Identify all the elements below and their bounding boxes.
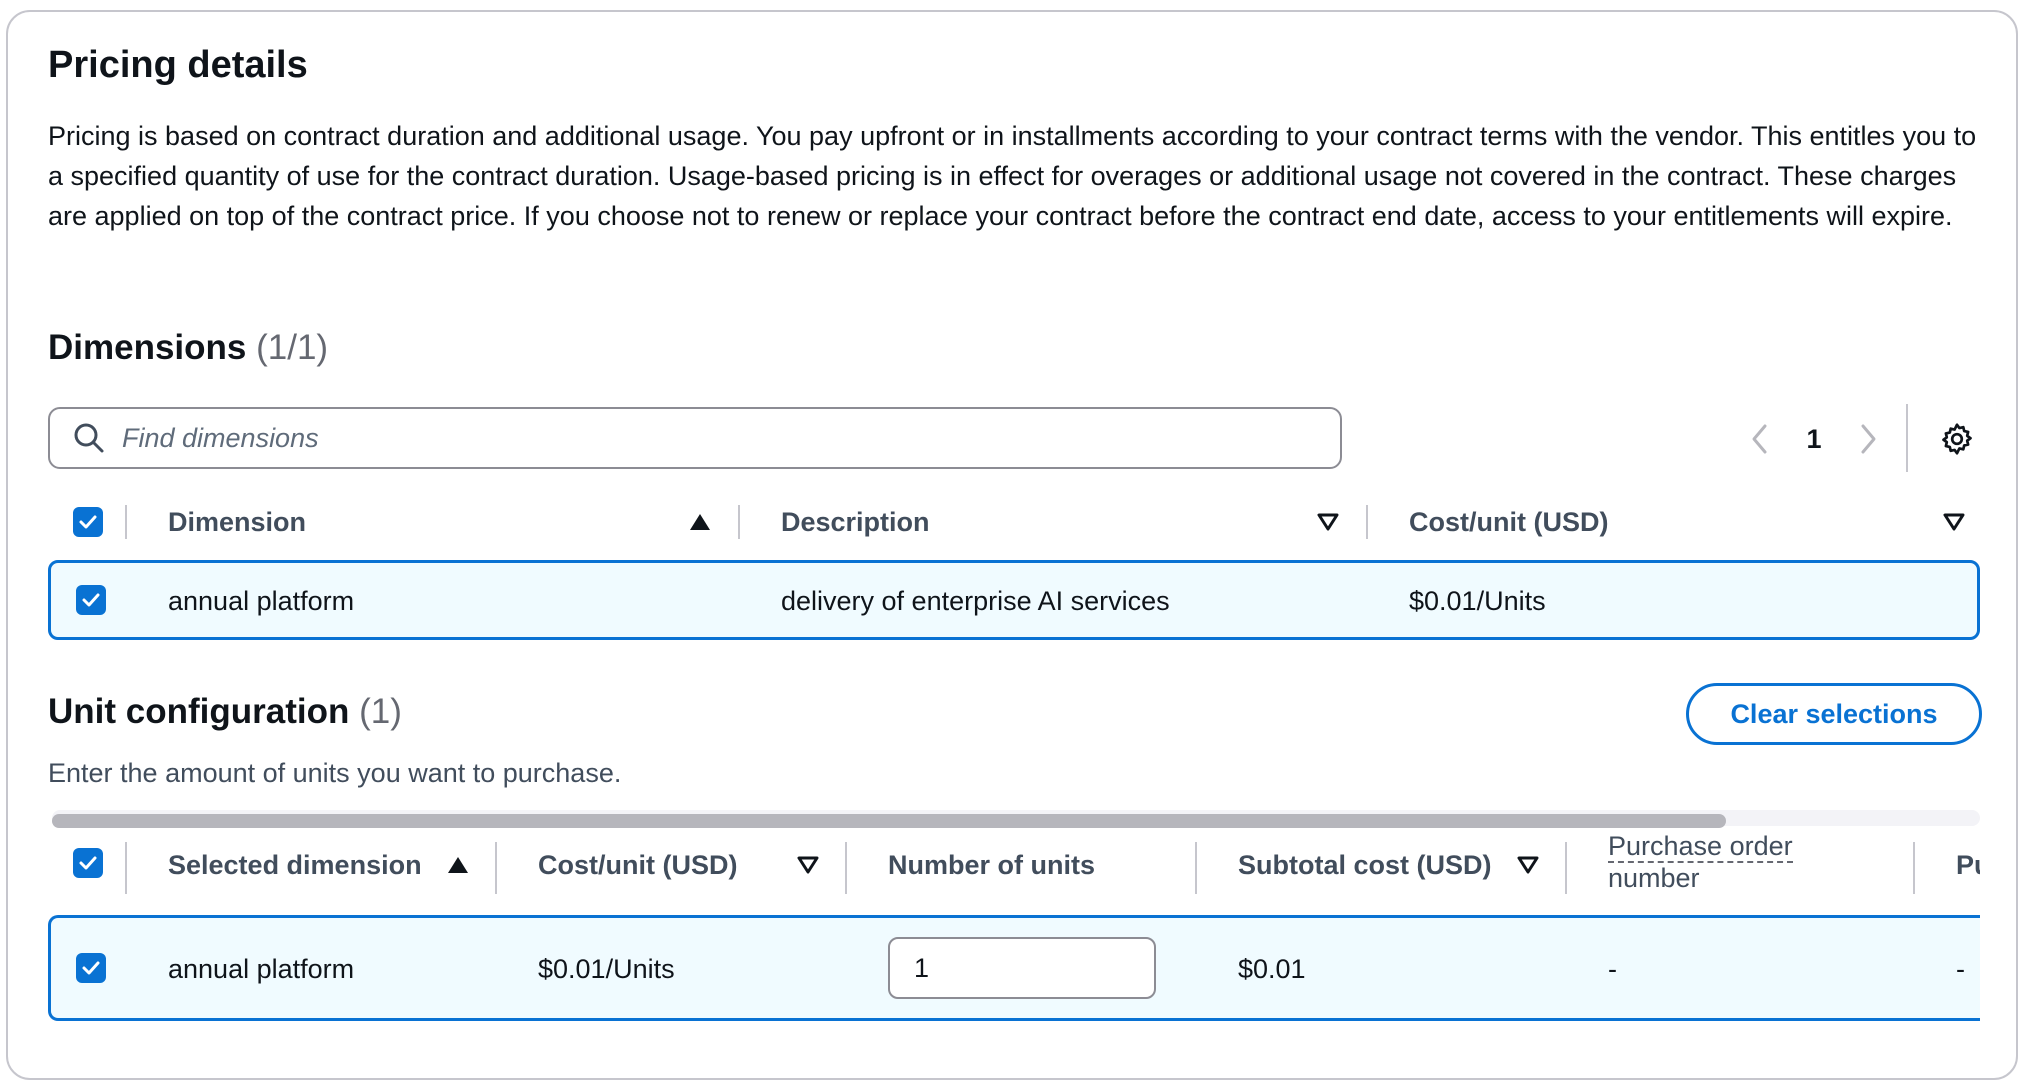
dimensions-search[interactable] [48, 407, 1342, 469]
unit-configuration-heading: Unit configuration (1) [48, 692, 402, 732]
column-divider [495, 842, 497, 894]
chevron-left-icon [1752, 424, 1767, 454]
search-icon [74, 423, 104, 453]
sort-descending-icon[interactable] [1942, 512, 1966, 532]
column-header-subtotal[interactable]: Subtotal cost (USD) [1238, 850, 1492, 881]
column-divider [845, 842, 847, 894]
prev-page-button[interactable] [1740, 414, 1780, 464]
pager-divider [1906, 404, 1908, 472]
cell-description: delivery of enterprise AI services [781, 586, 1170, 616]
column-divider [1195, 842, 1197, 894]
column-divider [1565, 842, 1567, 894]
page-number-1[interactable]: 1 [1794, 414, 1834, 464]
next-page-button[interactable] [1848, 414, 1888, 464]
select-all-dimensions-checkbox[interactable] [73, 507, 103, 537]
column-header-truncated: Pu [1956, 850, 1980, 880]
chevron-right-icon [1861, 424, 1876, 454]
checkbox-checked-icon [82, 593, 100, 607]
cell-dimension: annual platform [168, 586, 355, 616]
column-header-description[interactable]: Description [781, 507, 930, 538]
purchase-order-number-label: Purchase order number [1608, 831, 1793, 892]
cell-truncated: - [1956, 954, 1965, 984]
unit-configuration-heading-label: Unit configuration [48, 692, 350, 731]
row-checkbox[interactable] [76, 585, 106, 615]
column-header-unit-cost[interactable]: Cost/unit (USD) [538, 850, 737, 881]
cell-cost: $0.01/Units [1409, 586, 1546, 616]
column-divider [125, 505, 127, 539]
cell-unit-cost: $0.01/Units [538, 954, 675, 984]
sort-ascending-icon[interactable] [688, 512, 712, 532]
column-header-selected-dimension[interactable]: Selected dimension [168, 850, 422, 881]
sort-ascending-icon[interactable] [446, 855, 470, 875]
clear-selections-button[interactable]: Clear selections [1686, 683, 1982, 745]
cell-selected-dimension: annual platform [168, 954, 355, 984]
column-divider [1913, 842, 1915, 894]
column-header-dimension[interactable]: Dimension [168, 507, 306, 538]
column-divider [125, 842, 127, 894]
unit-configuration-subtitle: Enter the amount of units you want to pu… [48, 758, 622, 788]
checkbox-checked-icon [79, 856, 97, 870]
unit-configuration-count: (1) [359, 692, 402, 731]
column-header-purchase-order-number[interactable]: Purchase order number [1608, 830, 1878, 892]
sort-descending-icon[interactable] [1516, 855, 1540, 875]
horizontal-scrollbar-thumb[interactable] [52, 814, 1726, 828]
search-input[interactable] [120, 421, 1304, 455]
page-title: Pricing details [48, 44, 308, 86]
table-row[interactable]: annual platform delivery of enterprise A… [48, 560, 1980, 640]
sort-descending-icon[interactable] [796, 855, 820, 875]
select-all-units-checkbox[interactable] [73, 848, 103, 878]
table-settings-button[interactable] [1934, 414, 1980, 464]
dimensions-heading: Dimensions (1/1) [48, 328, 328, 368]
column-header-number-of-units: Number of units [888, 850, 1095, 880]
checkbox-checked-icon [79, 515, 97, 529]
dimensions-count: (1/1) [256, 328, 329, 367]
checkbox-checked-icon [82, 961, 100, 975]
sort-descending-icon[interactable] [1316, 512, 1340, 532]
cell-subtotal: $0.01 [1238, 954, 1306, 984]
column-header-cost[interactable]: Cost/unit (USD) [1409, 507, 1608, 538]
row-checkbox[interactable] [76, 953, 106, 983]
pricing-description: Pricing is based on contract duration an… [48, 121, 1977, 231]
column-divider [1366, 505, 1368, 539]
gear-icon [1942, 423, 1972, 455]
page-number-label: 1 [1806, 423, 1822, 454]
cell-purchase-order-number: - [1608, 954, 1617, 984]
column-divider [738, 505, 740, 539]
number-of-units-input[interactable] [888, 937, 1156, 999]
dimensions-heading-label: Dimensions [48, 328, 247, 367]
